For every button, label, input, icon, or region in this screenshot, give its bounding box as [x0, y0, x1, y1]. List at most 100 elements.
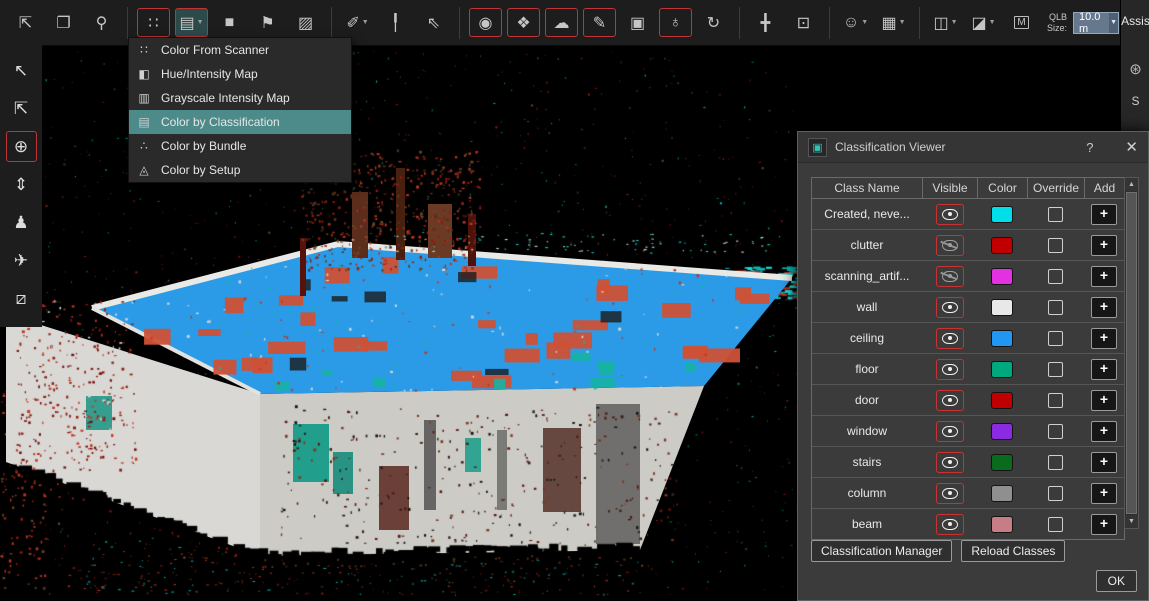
wireframe-cube-icon[interactable]: ◪▼	[967, 8, 1000, 37]
class-color-swatch[interactable]	[991, 268, 1013, 285]
add-class-button[interactable]: +	[1091, 235, 1117, 256]
add-class-button[interactable]: +	[1091, 266, 1117, 287]
override-checkbox[interactable]	[1048, 207, 1063, 222]
class-color-swatch[interactable]	[991, 330, 1013, 347]
override-checkbox[interactable]	[1048, 331, 1063, 346]
move-axes-icon[interactable]: ╋	[749, 8, 782, 37]
mesh-cube-icon[interactable]: M	[1005, 8, 1038, 37]
help-button[interactable]: ?	[1086, 140, 1093, 155]
grid-icon[interactable]: ▦▼	[877, 8, 910, 37]
view-cube-icon[interactable]: ◫▼	[929, 8, 962, 37]
location-pin-icon[interactable]: ♁	[659, 8, 692, 37]
measure-tool-icon[interactable]: ✐▼	[341, 8, 374, 37]
add-class-button[interactable]: +	[1091, 297, 1117, 318]
visibility-toggle[interactable]	[936, 328, 964, 349]
visibility-toggle[interactable]	[936, 359, 964, 380]
image-view-icon[interactable]: ▨	[289, 8, 322, 37]
marker-pen-icon[interactable]: ✎	[583, 8, 616, 37]
override-checkbox[interactable]	[1048, 486, 1063, 501]
override-checkbox[interactable]	[1048, 517, 1063, 532]
thermometer-icon[interactable]: ╿	[379, 8, 412, 37]
add-class-button[interactable]: +	[1091, 359, 1117, 380]
box-transform-icon[interactable]: ⊡	[787, 8, 820, 37]
visibility-toggle[interactable]	[936, 266, 964, 287]
table-scrollbar[interactable]: ▲ ▼	[1124, 177, 1139, 529]
scroll-up-icon[interactable]: ▲	[1125, 178, 1138, 191]
menu-hue-intensity-map[interactable]: ◧ Hue/Intensity Map	[129, 62, 351, 86]
add-class-button[interactable]: +	[1091, 421, 1117, 442]
camera-icon[interactable]: ▣	[621, 8, 654, 37]
class-color-swatch[interactable]	[991, 237, 1013, 254]
import-scan-icon[interactable]: ⇱	[9, 8, 42, 37]
assistant-tab-label[interactable]: S	[1131, 94, 1139, 108]
pick-point-icon[interactable]: ⇱	[6, 93, 37, 124]
class-color-swatch[interactable]	[991, 454, 1013, 471]
class-color-swatch[interactable]	[991, 206, 1013, 223]
add-class-button[interactable]: +	[1091, 483, 1117, 504]
target-icon[interactable]: ◉	[469, 8, 502, 37]
class-color-swatch[interactable]	[991, 423, 1013, 440]
override-checkbox[interactable]	[1048, 455, 1063, 470]
color-from-scanner-icon[interactable]: ∷	[137, 8, 170, 37]
add-class-button[interactable]: +	[1091, 514, 1117, 535]
visibility-toggle[interactable]	[936, 297, 964, 318]
orbit-tool-icon[interactable]: ⊕	[6, 131, 37, 162]
visibility-toggle[interactable]	[936, 483, 964, 504]
people-icon[interactable]: ☺▼	[839, 8, 872, 37]
color-mode-icon[interactable]: ▤▼	[175, 8, 208, 37]
assistant-icon[interactable]: ⊛	[1129, 60, 1142, 78]
column-override[interactable]: Override	[1027, 178, 1084, 198]
class-color-swatch[interactable]	[991, 361, 1013, 378]
duplicate-view-icon[interactable]: ❐	[47, 8, 80, 37]
qlb-size-select[interactable]: 10.0 m ▼	[1073, 12, 1119, 34]
class-color-swatch[interactable]	[991, 392, 1013, 409]
scrollbar-thumb[interactable]	[1126, 192, 1137, 514]
class-color-swatch[interactable]	[991, 516, 1013, 533]
override-checkbox[interactable]	[1048, 269, 1063, 284]
add-class-button[interactable]: +	[1091, 328, 1117, 349]
override-checkbox[interactable]	[1048, 362, 1063, 377]
ok-button[interactable]: OK	[1096, 570, 1137, 592]
visibility-toggle[interactable]	[936, 514, 964, 535]
menu-grayscale-intensity-map[interactable]: ▥ Grayscale Intensity Map	[129, 86, 351, 110]
fly-tool-icon[interactable]: ✈	[6, 245, 37, 276]
override-checkbox[interactable]	[1048, 300, 1063, 315]
override-checkbox[interactable]	[1048, 424, 1063, 439]
clip-box-icon[interactable]: ⧄	[6, 283, 37, 314]
cloud-icon[interactable]: ☁	[545, 8, 578, 37]
rotate-icon[interactable]: ↻	[697, 8, 730, 37]
override-checkbox[interactable]	[1048, 238, 1063, 253]
class-color-swatch[interactable]	[991, 485, 1013, 502]
classification-manager-button[interactable]: Classification Manager	[811, 540, 952, 562]
close-button[interactable]: ✕	[1125, 138, 1138, 156]
pan-elevation-icon[interactable]: ⇕	[6, 169, 37, 200]
column-class-name[interactable]: Class Name	[812, 178, 922, 198]
override-checkbox[interactable]	[1048, 393, 1063, 408]
reload-classes-button[interactable]: Reload Classes	[961, 540, 1065, 562]
menu-color-by-classification-icon: ▤	[136, 115, 152, 129]
solid-color-icon[interactable]: ■	[213, 8, 246, 37]
menu-color-by-setup[interactable]: ◬ Color by Setup	[129, 158, 351, 182]
visibility-toggle[interactable]	[936, 452, 964, 473]
column-color[interactable]: Color	[977, 178, 1027, 198]
visibility-toggle[interactable]	[936, 204, 964, 225]
visibility-toggle[interactable]	[936, 235, 964, 256]
walkthrough-icon[interactable]: ♟	[6, 207, 37, 238]
select-pointer-icon[interactable]: ↖	[6, 55, 37, 86]
visibility-toggle[interactable]	[936, 421, 964, 442]
menu-color-by-bundle[interactable]: ∴ Color by Bundle	[129, 134, 351, 158]
add-class-button[interactable]: +	[1091, 204, 1117, 225]
tag-icon[interactable]: ❖	[507, 8, 540, 37]
pick-arrow-icon[interactable]: ⇖	[417, 8, 450, 37]
add-class-button[interactable]: +	[1091, 390, 1117, 411]
column-visible[interactable]: Visible	[922, 178, 977, 198]
menu-color-by-classification[interactable]: ▤ Color by Classification	[129, 110, 351, 134]
menu-color-from-scanner[interactable]: ∷ Color From Scanner	[129, 38, 351, 62]
zoom-tool-icon[interactable]: ⚲	[85, 8, 118, 37]
add-class-button[interactable]: +	[1091, 452, 1117, 473]
class-color-swatch[interactable]	[991, 299, 1013, 316]
column-add[interactable]: Add	[1084, 178, 1124, 198]
panorama-icon[interactable]: ⚑	[251, 8, 284, 37]
visibility-toggle[interactable]	[936, 390, 964, 411]
scroll-down-icon[interactable]: ▼	[1125, 515, 1138, 528]
